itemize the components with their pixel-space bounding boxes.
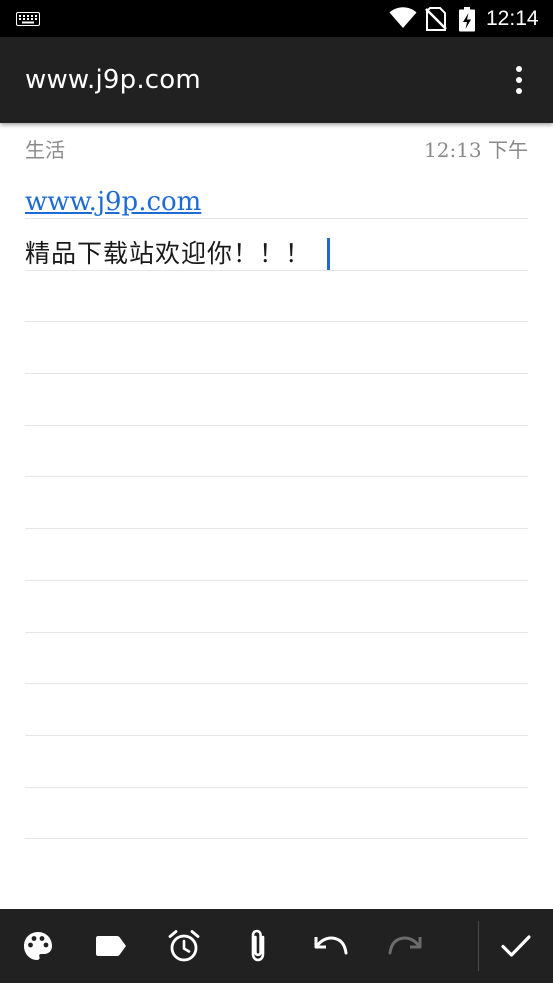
status-bar: 12:14	[0, 0, 553, 37]
no-sim-icon	[425, 7, 447, 36]
app-bar: www.j9p.com	[0, 37, 553, 123]
bottom-toolbar	[0, 909, 553, 983]
label-icon	[96, 936, 126, 956]
rule-line	[25, 683, 528, 684]
attach-button[interactable]	[228, 909, 288, 983]
done-button[interactable]	[486, 909, 546, 983]
rule-line	[25, 528, 528, 529]
rule-line	[25, 632, 528, 633]
alarm-icon	[168, 930, 200, 962]
rule-line	[25, 580, 528, 581]
rule-line	[25, 476, 528, 477]
note-timestamp: 12:13 下午	[424, 138, 528, 162]
more-vert-icon	[516, 66, 522, 94]
wifi-icon	[389, 7, 417, 34]
status-time: 12:14	[486, 7, 539, 30]
reminder-button[interactable]	[154, 909, 214, 983]
rule-line	[25, 321, 528, 322]
toolbar-divider	[478, 921, 479, 971]
redo-button[interactable]	[375, 909, 435, 983]
rule-line	[25, 425, 528, 426]
note-lines	[25, 166, 528, 866]
rule-line	[25, 735, 528, 736]
rule-line	[25, 787, 528, 788]
keyboard-icon	[16, 12, 40, 31]
page-title: www.j9p.com	[25, 65, 201, 95]
undo-icon	[314, 936, 348, 955]
text-cursor	[327, 238, 330, 270]
undo-button[interactable]	[301, 909, 361, 983]
color-button[interactable]	[8, 909, 68, 983]
more-options-button[interactable]	[505, 64, 533, 96]
redo-icon	[388, 936, 422, 955]
attach-icon	[251, 929, 265, 962]
note-body[interactable]: 精品下载站欢迎你！！！	[25, 237, 311, 271]
note-label[interactable]: 生活	[25, 137, 65, 163]
battery-charging-icon	[458, 7, 476, 37]
done-icon	[501, 935, 531, 957]
palette-icon	[24, 932, 52, 960]
rule-line	[25, 838, 528, 839]
note-link[interactable]: www.j9p.com	[25, 185, 201, 219]
label-button[interactable]	[81, 909, 141, 983]
rule-line	[25, 373, 528, 374]
